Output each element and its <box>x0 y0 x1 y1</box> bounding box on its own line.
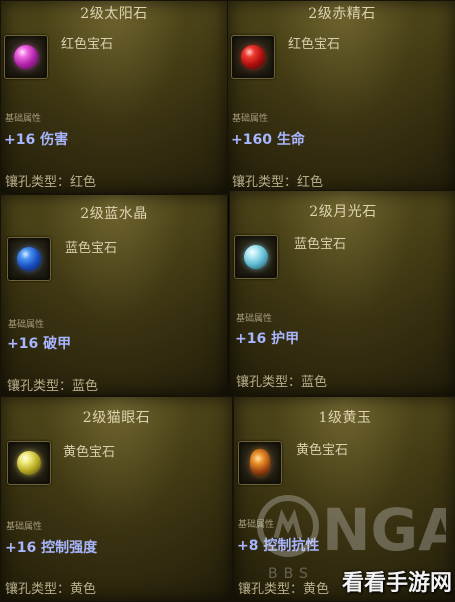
gem-title: 2级太阳石 <box>80 6 148 22</box>
socket-type: 镶孔类型：黄色 <box>5 582 97 597</box>
gem-color-type: 红色宝石 <box>288 37 341 52</box>
base-attr-label: 基础属性 <box>5 114 42 124</box>
gem-stat: +8 控制抗性 <box>237 538 320 554</box>
gem-stat: +160 生命 <box>231 132 305 148</box>
base-attr-label: 基础属性 <box>8 320 45 330</box>
gem-title: 2级赤精石 <box>308 6 376 22</box>
gem-slot <box>7 237 51 281</box>
base-attr-label: 基础属性 <box>6 522 43 532</box>
light-blue-gem-icon <box>244 245 268 269</box>
bbs-watermark: BBS <box>268 566 314 582</box>
gem-card-sun-stone[interactable]: 2级太阳石 红色宝石 基础属性 +16 伤害 镶孔类型：红色 <box>0 0 228 194</box>
socket-type: 镶孔类型：红色 <box>232 175 324 190</box>
gem-slot <box>4 35 48 79</box>
socket-type: 镶孔类型：蓝色 <box>7 379 99 394</box>
gem-title: 2级蓝水晶 <box>80 206 148 222</box>
gem-slot <box>231 35 275 79</box>
gem-color-type: 黄色宝石 <box>63 445 116 460</box>
gem-title: 1级黄玉 <box>318 410 372 426</box>
gem-stat: +16 护甲 <box>235 331 300 347</box>
gem-color-type: 蓝色宝石 <box>294 237 347 252</box>
socket-type: 镶孔类型：红色 <box>5 175 97 190</box>
gem-slot <box>238 441 282 485</box>
yellow-gem-icon <box>17 451 41 475</box>
gem-slot <box>7 441 51 485</box>
gem-card-cats-eye[interactable]: 2级猫眼石 黄色宝石 基础属性 +16 控制强度 镶孔类型：黄色 <box>0 396 233 602</box>
gem-stat: +16 控制强度 <box>5 540 98 556</box>
base-attr-label: 基础属性 <box>238 520 275 530</box>
socket-type: 镶孔类型：蓝色 <box>236 375 328 390</box>
gem-card-blue-crystal[interactable]: 2级蓝水晶 蓝色宝石 基础属性 +16 破甲 镶孔类型：蓝色 <box>0 194 228 396</box>
site-watermark: 看看手游网 <box>341 571 452 596</box>
gem-title: 2级月光石 <box>309 204 377 220</box>
blue-gem-icon <box>17 247 41 271</box>
gem-title: 2级猫眼石 <box>82 410 151 426</box>
gem-stat: +16 伤害 <box>4 132 69 148</box>
gem-color-type: 黄色宝石 <box>296 443 349 458</box>
purple-gem-icon <box>14 45 38 69</box>
base-attr-label: 基础属性 <box>236 314 273 324</box>
gem-card-moonstone[interactable]: 2级月光石 蓝色宝石 基础属性 +16 护甲 镶孔类型：蓝色 <box>229 190 455 396</box>
red-gem-icon <box>241 45 265 69</box>
gem-color-type: 红色宝石 <box>61 37 114 52</box>
base-attr-label: 基础属性 <box>232 114 269 124</box>
gem-stat: +16 破甲 <box>7 336 72 352</box>
orange-gem-icon <box>250 449 270 476</box>
gem-color-type: 蓝色宝石 <box>65 241 118 256</box>
gem-slot <box>234 235 278 279</box>
gem-card-red-essence-stone[interactable]: 2级赤精石 红色宝石 基础属性 +160 生命 镶孔类型：红色 <box>227 0 455 194</box>
